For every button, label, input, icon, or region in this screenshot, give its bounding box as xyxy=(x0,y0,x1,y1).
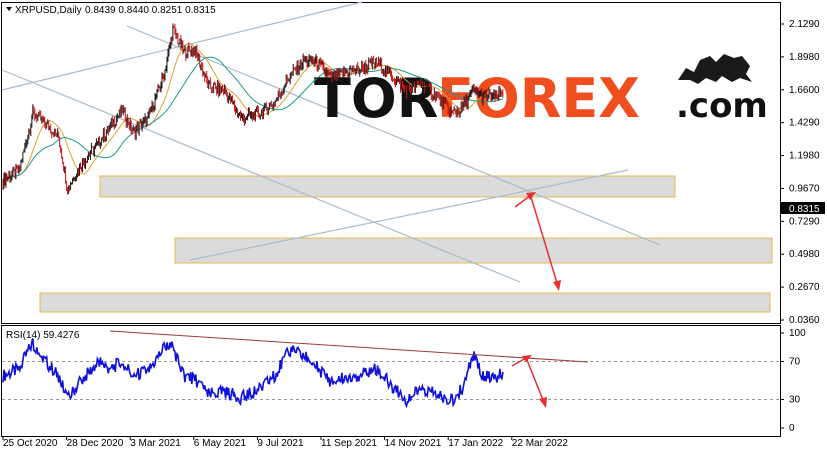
time-tick-label: 9 Jul 2021 xyxy=(257,438,304,449)
price-tick-label: 2.1290 xyxy=(789,19,820,30)
price-zone xyxy=(39,292,771,313)
time-axis: 25 Oct 2020 28 Dec 2020 3 Mar 2021 6 May 20… xyxy=(2,436,569,449)
symbol-label: XRPUSD,Daily xyxy=(15,5,82,16)
price-tick-label: 0.0360 xyxy=(789,315,820,326)
price-tick-label: 1.1980 xyxy=(789,151,820,162)
price-panel-frame xyxy=(1,2,781,324)
price-axis: 2.1290 1.8980 1.6600 1.4290 1.1980 0.9670 0.72… xyxy=(780,19,820,326)
price-tick-label: 0.9670 xyxy=(789,183,820,194)
time-tick-label: 11 Sep 2021 xyxy=(321,438,377,449)
ohlc-values: 0.8439 0.8440 0.8251 0.8315 xyxy=(85,5,216,16)
rsi-label: RSI(14) 59.4276 xyxy=(6,330,80,341)
price-tick-label: 0.2670 xyxy=(789,282,820,293)
time-tick-label: 6 May 2021 xyxy=(194,438,247,449)
price-tick-label: 1.4290 xyxy=(789,118,820,129)
rsi-axis: 100 70 30 0 xyxy=(780,328,806,434)
logo-part-com: .com xyxy=(676,86,768,126)
rsi-tick-label: 30 xyxy=(789,395,801,406)
rsi-tick-label: 100 xyxy=(789,328,806,339)
rsi-tick-label: 70 xyxy=(789,357,801,368)
time-tick-label: 17 Jan 2022 xyxy=(448,438,503,449)
time-tick-label: 28 Dec 2020 xyxy=(67,438,124,449)
rsi-tick-label: 0 xyxy=(789,423,795,434)
current-price-label: 0.8315 xyxy=(789,204,820,215)
price-tick-label: 0.7290 xyxy=(789,216,820,227)
price-zone xyxy=(174,237,773,264)
price-tick-label: 1.6600 xyxy=(789,85,820,96)
time-tick-label: 22 Mar 2022 xyxy=(512,438,569,449)
time-tick-label: 25 Oct 2020 xyxy=(3,438,58,449)
price-tick-label: 1.8980 xyxy=(789,52,820,63)
price-chart[interactable]: TOR FOREX .com 2.12901.89801.66001.42901… xyxy=(0,0,827,455)
price-zone xyxy=(99,175,676,198)
price-tick-label: 0.4980 xyxy=(789,249,820,260)
time-tick-label: 3 Mar 2021 xyxy=(130,438,181,449)
chart-header: XRPUSD,Daily 0.8439 0.8440 0.8251 0.8315 xyxy=(6,5,216,16)
time-tick-label: 14 Nov 2021 xyxy=(385,438,442,449)
